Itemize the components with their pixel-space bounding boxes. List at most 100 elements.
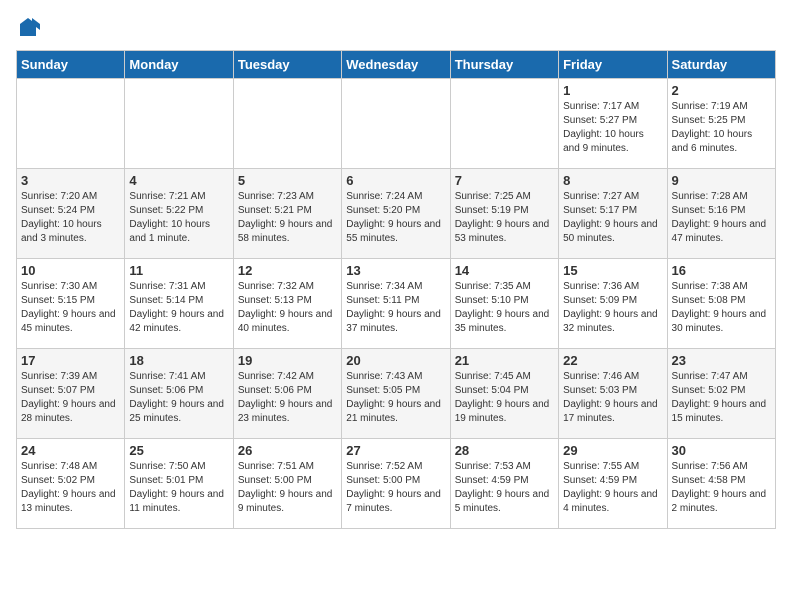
calendar-day-cell: 26 Sunrise: 7:51 AM Sunset: 5:00 PM Dayli… xyxy=(233,439,341,529)
calendar-day-cell: 11 Sunrise: 7:31 AM Sunset: 5:14 PM Dayli… xyxy=(125,259,233,349)
calendar-day-cell: 30 Sunrise: 7:56 AM Sunset: 4:58 PM Dayli… xyxy=(667,439,775,529)
day-info: Sunrise: 7:31 AM Sunset: 5:14 PM Dayligh… xyxy=(129,280,228,336)
day-info: Sunrise: 7:38 AM Sunset: 5:08 PM Dayligh… xyxy=(672,280,771,336)
calendar-day-cell: 4 Sunrise: 7:21 AM Sunset: 5:22 PM Daylig… xyxy=(125,169,233,259)
day-number: 26 xyxy=(238,443,337,458)
day-info: Sunrise: 7:34 AM Sunset: 5:11 PM Dayligh… xyxy=(346,280,445,336)
day-number: 9 xyxy=(672,173,771,188)
page-header xyxy=(16,16,776,40)
day-info: Sunrise: 7:45 AM Sunset: 5:04 PM Dayligh… xyxy=(455,370,554,426)
day-info: Sunrise: 7:28 AM Sunset: 5:16 PM Dayligh… xyxy=(672,190,771,246)
calendar-day-cell: 5 Sunrise: 7:23 AM Sunset: 5:21 PM Daylig… xyxy=(233,169,341,259)
calendar-day-cell: 28Sunrise: 7:53 AM Sunset: 4:59 PM Dayli… xyxy=(450,439,558,529)
calendar-day-cell: 8Sunrise: 7:27 AM Sunset: 5:17 PM Daylig… xyxy=(559,169,667,259)
day-info: Sunrise: 7:21 AM Sunset: 5:22 PM Dayligh… xyxy=(129,190,228,246)
calendar-day-cell: 24Sunrise: 7:48 AM Sunset: 5:02 PM Dayli… xyxy=(17,439,125,529)
day-info: Sunrise: 7:42 AM Sunset: 5:06 PM Dayligh… xyxy=(238,370,337,426)
day-info: Sunrise: 7:25 AM Sunset: 5:19 PM Dayligh… xyxy=(455,190,554,246)
day-number: 30 xyxy=(672,443,771,458)
day-info: Sunrise: 7:51 AM Sunset: 5:00 PM Dayligh… xyxy=(238,460,337,516)
day-number: 11 xyxy=(129,263,228,278)
day-info: Sunrise: 7:50 AM Sunset: 5:01 PM Dayligh… xyxy=(129,460,228,516)
calendar-week-row: 24Sunrise: 7:48 AM Sunset: 5:02 PM Dayli… xyxy=(17,439,776,529)
day-info: Sunrise: 7:47 AM Sunset: 5:02 PM Dayligh… xyxy=(672,370,771,426)
calendar-day-cell xyxy=(233,79,341,169)
day-number: 15 xyxy=(563,263,662,278)
day-info: Sunrise: 7:23 AM Sunset: 5:21 PM Dayligh… xyxy=(238,190,337,246)
calendar-day-cell: 25 Sunrise: 7:50 AM Sunset: 5:01 PM Dayli… xyxy=(125,439,233,529)
day-number: 21 xyxy=(455,353,554,368)
calendar-table: SundayMondayTuesdayWednesdayThursdayFrid… xyxy=(16,50,776,529)
day-number: 1 xyxy=(563,83,662,98)
day-number: 4 xyxy=(129,173,228,188)
day-info: Sunrise: 7:30 AM Sunset: 5:15 PM Dayligh… xyxy=(21,280,120,336)
calendar-day-cell: 1 Sunrise: 7:17 AM Sunset: 5:27 PM Daylig… xyxy=(559,79,667,169)
day-number: 13 xyxy=(346,263,445,278)
day-info: Sunrise: 7:46 AM Sunset: 5:03 PM Dayligh… xyxy=(563,370,662,426)
day-number: 22 xyxy=(563,353,662,368)
day-info: Sunrise: 7:39 AM Sunset: 5:07 PM Dayligh… xyxy=(21,370,120,426)
calendar-week-row: 10 Sunrise: 7:30 AM Sunset: 5:15 PM Dayli… xyxy=(17,259,776,349)
weekday-header: Thursday xyxy=(450,51,558,79)
weekday-header: Sunday xyxy=(17,51,125,79)
day-number: 27 xyxy=(346,443,445,458)
calendar-day-cell: 23 Sunrise: 7:47 AM Sunset: 5:02 PM Dayli… xyxy=(667,349,775,439)
day-info: Sunrise: 7:43 AM Sunset: 5:05 PM Dayligh… xyxy=(346,370,445,426)
day-number: 20 xyxy=(346,353,445,368)
calendar-week-row: 1 Sunrise: 7:17 AM Sunset: 5:27 PM Daylig… xyxy=(17,79,776,169)
day-info: Sunrise: 7:56 AM Sunset: 4:58 PM Dayligh… xyxy=(672,460,771,516)
calendar-day-cell: 17 Sunrise: 7:39 AM Sunset: 5:07 PM Dayli… xyxy=(17,349,125,439)
day-number: 8 xyxy=(563,173,662,188)
day-number: 17 xyxy=(21,353,120,368)
day-info: Sunrise: 7:24 AM Sunset: 5:20 PM Dayligh… xyxy=(346,190,445,246)
calendar-day-cell: 18 Sunrise: 7:41 AM Sunset: 5:06 PM Dayli… xyxy=(125,349,233,439)
day-info: Sunrise: 7:17 AM Sunset: 5:27 PM Dayligh… xyxy=(563,100,662,156)
calendar-day-cell: 6 Sunrise: 7:24 AM Sunset: 5:20 PM Daylig… xyxy=(342,169,450,259)
calendar-day-cell: 2 Sunrise: 7:19 AM Sunset: 5:25 PM Daylig… xyxy=(667,79,775,169)
weekday-header: Friday xyxy=(559,51,667,79)
day-number: 29 xyxy=(563,443,662,458)
calendar-day-cell: 21 Sunrise: 7:45 AM Sunset: 5:04 PM Dayli… xyxy=(450,349,558,439)
calendar-day-cell: 29 Sunrise: 7:55 AM Sunset: 4:59 PM Dayli… xyxy=(559,439,667,529)
calendar-day-cell: 12 Sunrise: 7:32 AM Sunset: 5:13 PM Dayli… xyxy=(233,259,341,349)
day-number: 23 xyxy=(672,353,771,368)
calendar-day-cell xyxy=(17,79,125,169)
day-number: 19 xyxy=(238,353,337,368)
day-info: Sunrise: 7:41 AM Sunset: 5:06 PM Dayligh… xyxy=(129,370,228,426)
day-info: Sunrise: 7:36 AM Sunset: 5:09 PM Dayligh… xyxy=(563,280,662,336)
day-number: 25 xyxy=(129,443,228,458)
calendar-day-cell: 10 Sunrise: 7:30 AM Sunset: 5:15 PM Dayli… xyxy=(17,259,125,349)
day-number: 16 xyxy=(672,263,771,278)
calendar-day-cell: 14Sunrise: 7:35 AM Sunset: 5:10 PM Dayli… xyxy=(450,259,558,349)
day-info: Sunrise: 7:32 AM Sunset: 5:13 PM Dayligh… xyxy=(238,280,337,336)
day-info: Sunrise: 7:19 AM Sunset: 5:25 PM Dayligh… xyxy=(672,100,771,156)
calendar-day-cell: 20 Sunrise: 7:43 AM Sunset: 5:05 PM Dayli… xyxy=(342,349,450,439)
calendar-week-row: 17 Sunrise: 7:39 AM Sunset: 5:07 PM Dayli… xyxy=(17,349,776,439)
day-info: Sunrise: 7:48 AM Sunset: 5:02 PM Dayligh… xyxy=(21,460,120,516)
day-number: 10 xyxy=(21,263,120,278)
day-info: Sunrise: 7:20 AM Sunset: 5:24 PM Dayligh… xyxy=(21,190,120,246)
calendar-day-cell: 9 Sunrise: 7:28 AM Sunset: 5:16 PM Daylig… xyxy=(667,169,775,259)
day-number: 2 xyxy=(672,83,771,98)
calendar-header-row: SundayMondayTuesdayWednesdayThursdayFrid… xyxy=(17,51,776,79)
calendar-day-cell: 27Sunrise: 7:52 AM Sunset: 5:00 PM Dayli… xyxy=(342,439,450,529)
weekday-header: Saturday xyxy=(667,51,775,79)
calendar-week-row: 3 Sunrise: 7:20 AM Sunset: 5:24 PM Daylig… xyxy=(17,169,776,259)
day-number: 7 xyxy=(455,173,554,188)
day-info: Sunrise: 7:53 AM Sunset: 4:59 PM Dayligh… xyxy=(455,460,554,516)
day-number: 12 xyxy=(238,263,337,278)
logo xyxy=(16,16,44,40)
calendar-day-cell: 15 Sunrise: 7:36 AM Sunset: 5:09 PM Dayli… xyxy=(559,259,667,349)
day-number: 6 xyxy=(346,173,445,188)
calendar-day-cell: 7 Sunrise: 7:25 AM Sunset: 5:19 PM Daylig… xyxy=(450,169,558,259)
calendar-day-cell: 3 Sunrise: 7:20 AM Sunset: 5:24 PM Daylig… xyxy=(17,169,125,259)
weekday-header: Wednesday xyxy=(342,51,450,79)
day-number: 5 xyxy=(238,173,337,188)
day-info: Sunrise: 7:55 AM Sunset: 4:59 PM Dayligh… xyxy=(563,460,662,516)
calendar-day-cell: 16 Sunrise: 7:38 AM Sunset: 5:08 PM Dayli… xyxy=(667,259,775,349)
day-number: 18 xyxy=(129,353,228,368)
calendar-day-cell xyxy=(125,79,233,169)
calendar-day-cell xyxy=(450,79,558,169)
day-number: 3 xyxy=(21,173,120,188)
day-number: 14 xyxy=(455,263,554,278)
